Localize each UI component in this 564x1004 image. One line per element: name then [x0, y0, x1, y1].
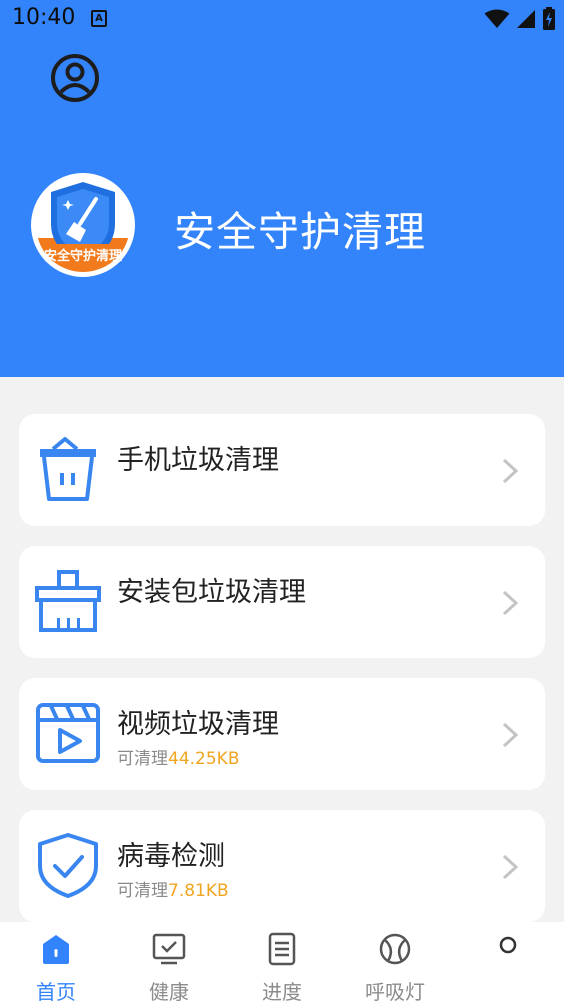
card-title: 手机垃圾清理: [117, 445, 279, 476]
tab-health[interactable]: 健康: [113, 922, 225, 1004]
cleanable-label: 可清理: [117, 881, 168, 901]
tab-breathing-light[interactable]: 呼吸灯: [339, 922, 451, 1004]
trash-icon: [40, 437, 96, 501]
card-subtitle: 可清理7.81KB: [117, 876, 229, 901]
wifi-icon: [484, 9, 510, 28]
tab-progress[interactable]: 进度: [226, 922, 338, 1004]
video-junk-clean-card[interactable]: 视频垃圾清理 可清理44.25KB: [19, 678, 545, 790]
home-icon: [43, 935, 69, 964]
tab-label: 首页: [36, 980, 76, 1004]
tab-label: 健康: [149, 980, 189, 1004]
ball-icon: [379, 933, 411, 965]
shield-check-icon: [38, 833, 98, 898]
circle-icon: [499, 936, 517, 954]
card-title: 视频垃圾清理: [117, 709, 279, 740]
document-icon: [268, 932, 296, 966]
app-logo: 安全守护清理: [30, 172, 136, 278]
chevron-right-icon: [502, 458, 519, 484]
tab-label: 呼吸灯: [365, 980, 425, 1004]
profile-button[interactable]: [49, 52, 101, 104]
virus-scan-card[interactable]: 病毒检测 可清理7.81KB: [19, 810, 545, 922]
cleanable-size: 44.25KB: [168, 749, 240, 769]
tv-check-icon: [152, 933, 186, 965]
chevron-right-icon: [502, 590, 519, 616]
card-subtitle: 可清理44.25KB: [117, 744, 239, 769]
cleanable-size: 7.81KB: [168, 881, 229, 901]
notification-icon: A: [91, 10, 107, 27]
chevron-right-icon: [502, 854, 519, 880]
bottom-tab-bar: 首页 健康 进度 呼吸灯: [0, 922, 564, 1004]
card-title: 安装包垃圾清理: [117, 577, 306, 608]
video-icon: [36, 703, 100, 763]
tab-label: 进度: [262, 980, 302, 1004]
apk-junk-clean-card[interactable]: 安装包垃圾清理: [19, 546, 545, 658]
tab-home[interactable]: 首页: [0, 922, 112, 1004]
cleanable-label: 可清理: [117, 749, 168, 769]
logo-text: 安全守护清理: [44, 248, 122, 263]
app-title: 安全守护清理: [174, 208, 426, 256]
signal-icon: [517, 10, 535, 28]
system-icons: [484, 7, 556, 31]
chevron-right-icon: [502, 722, 519, 748]
status-bar: 10:40 A: [0, 0, 564, 38]
status-time: 10:40: [12, 5, 76, 30]
tab-more[interactable]: [452, 922, 564, 1004]
battery-icon: [543, 7, 555, 30]
card-title: 病毒检测: [117, 841, 225, 872]
phone-junk-clean-card[interactable]: 手机垃圾清理: [19, 414, 545, 526]
broom-icon: [35, 570, 101, 632]
user-icon: [51, 54, 99, 102]
